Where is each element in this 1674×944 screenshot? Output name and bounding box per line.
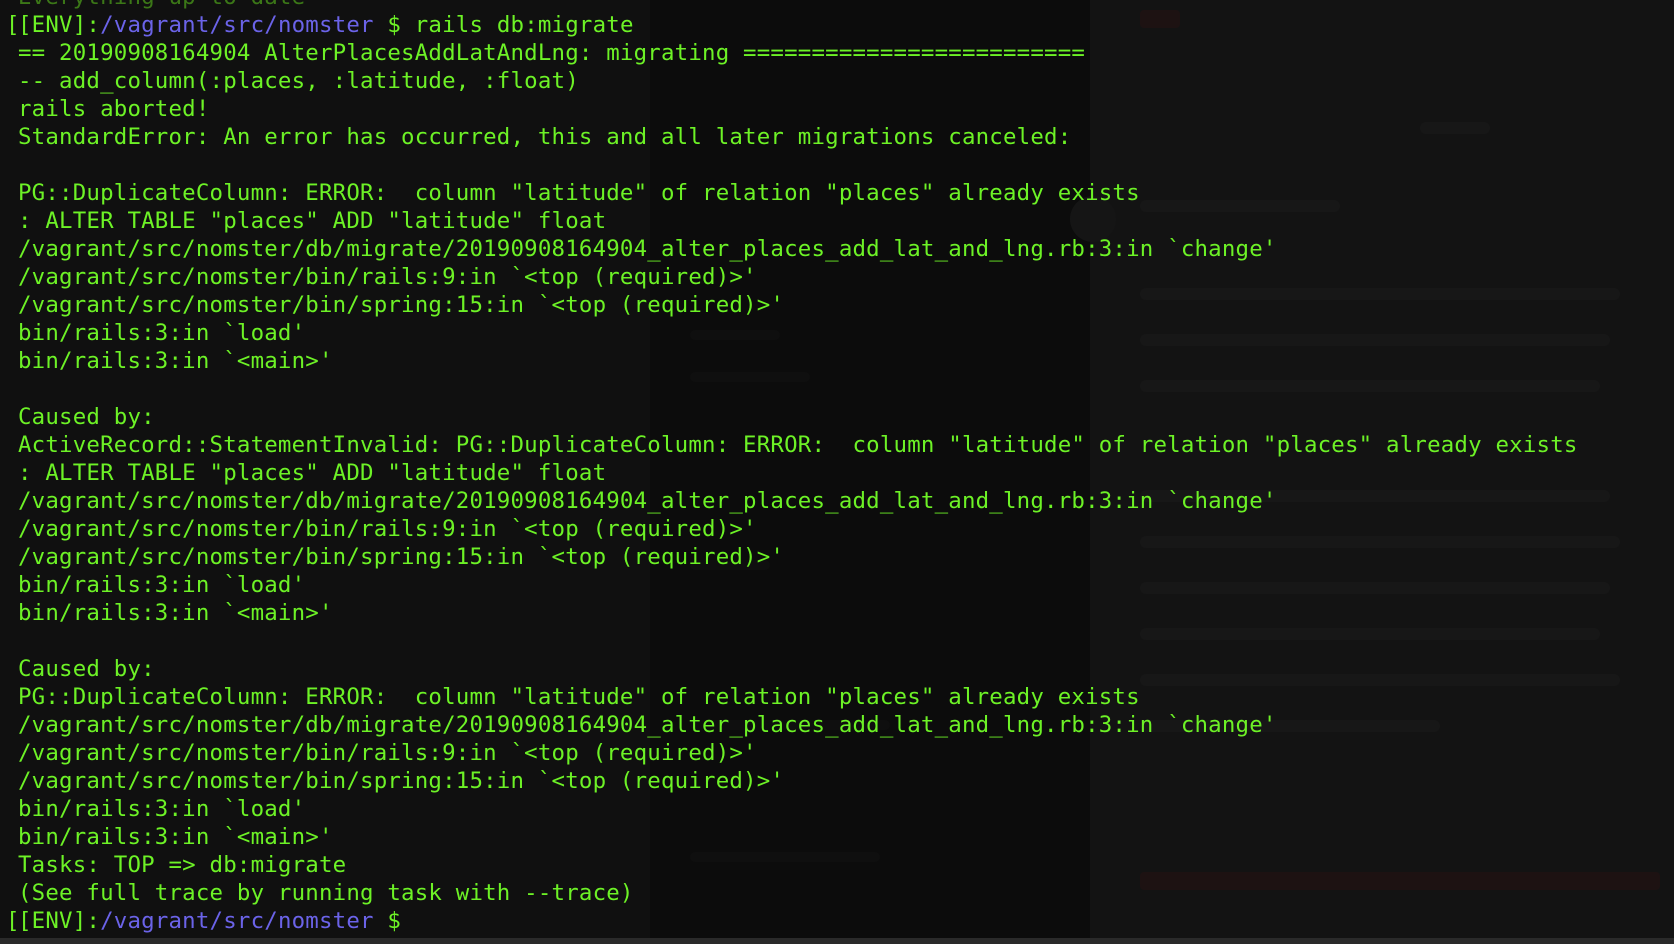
- terminal-line-plain-text: == 20190908164904 AlterPlacesAddLatAndLn…: [18, 40, 1086, 66]
- terminal-line: Caused by:: [18, 403, 1578, 431]
- terminal-line-plain-text: /vagrant/src/nomster/bin/spring:15:in `<…: [18, 292, 785, 318]
- terminal-line-plain-text: rails aborted!: [18, 96, 210, 122]
- terminal-line: /vagrant/src/nomster/db/migrate/20190908…: [18, 711, 1578, 739]
- terminal-line: /vagrant/src/nomster/bin/rails:9:in `<to…: [18, 263, 1578, 291]
- terminal-line: PG::DuplicateColumn: ERROR: column "lati…: [18, 683, 1578, 711]
- terminal-line: == 20190908164904 AlterPlacesAddLatAndLn…: [18, 39, 1578, 67]
- terminal-output[interactable]: Everything up-to-date[ENV]:/vagrant/src/…: [18, 0, 1578, 935]
- terminal-line-plain-text: /vagrant/src/nomster/db/migrate/20190908…: [18, 236, 1277, 262]
- terminal-line-path-text: /vagrant/src/nomster: [100, 908, 374, 934]
- terminal-line: /vagrant/src/nomster/bin/spring:15:in `<…: [18, 543, 1578, 571]
- terminal-line: bin/rails:3:in `load': [18, 319, 1578, 347]
- terminal-line-plain-text: bin/rails:3:in `<main>': [18, 600, 333, 626]
- terminal-line: PG::DuplicateColumn: ERROR: column "lati…: [18, 179, 1578, 207]
- terminal-line: [ENV]:/vagrant/src/nomster $ rails db:mi…: [18, 11, 1578, 39]
- terminal-line-plain-text: : ALTER TABLE "places" ADD "latitude" fl…: [18, 460, 607, 486]
- terminal-line-env-text: [ENV]:: [18, 908, 101, 934]
- terminal-line-plain-text: /vagrant/src/nomster/bin/rails:9:in `<to…: [18, 516, 757, 542]
- terminal-line-faded-text: Everything up-to-date: [18, 0, 305, 10]
- terminal-window[interactable]: [ [ Everything up-to-date[ENV]:/vagrant/…: [0, 0, 1674, 944]
- terminal-line-plain-text: -- add_column(:places, :latitude, :float…: [18, 68, 579, 94]
- terminal-line: /vagrant/src/nomster/db/migrate/20190908…: [18, 235, 1578, 263]
- terminal-line-plain-text: PG::DuplicateColumn: ERROR: column "lati…: [18, 180, 1140, 206]
- terminal-line: ActiveRecord::StatementInvalid: PG::Dupl…: [18, 431, 1578, 459]
- terminal-line-plain-text: : ALTER TABLE "places" ADD "latitude" fl…: [18, 208, 607, 234]
- terminal-line-plain-text: Caused by:: [18, 404, 155, 430]
- window-bottom-edge: [0, 938, 1674, 944]
- terminal-line-plain-text: /vagrant/src/nomster/db/migrate/20190908…: [18, 712, 1277, 738]
- terminal-line-plain-text: ActiveRecord::StatementInvalid: PG::Dupl…: [18, 432, 1578, 458]
- terminal-line: bin/rails:3:in `load': [18, 795, 1578, 823]
- terminal-line-plain-text: /vagrant/src/nomster/bin/spring:15:in `<…: [18, 768, 785, 794]
- terminal-line: bin/rails:3:in `<main>': [18, 599, 1578, 627]
- terminal-line: Tasks: TOP => db:migrate: [18, 851, 1578, 879]
- terminal-line-plain-text: /vagrant/src/nomster/bin/rails:9:in `<to…: [18, 264, 757, 290]
- terminal-line: /vagrant/src/nomster/bin/spring:15:in `<…: [18, 291, 1578, 319]
- terminal-line: [ENV]:/vagrant/src/nomster $: [18, 907, 1578, 935]
- terminal-line-plain-text: /vagrant/src/nomster/bin/rails:9:in `<to…: [18, 740, 757, 766]
- terminal-line-plain-text: bin/rails:3:in `load': [18, 572, 306, 598]
- terminal-line: Everything up-to-date: [18, 0, 1578, 11]
- terminal-line: : ALTER TABLE "places" ADD "latitude" fl…: [18, 207, 1578, 235]
- terminal-line: (See full trace by running task with --t…: [18, 879, 1578, 907]
- terminal-line: bin/rails:3:in `<main>': [18, 823, 1578, 851]
- terminal-line: : ALTER TABLE "places" ADD "latitude" fl…: [18, 459, 1578, 487]
- terminal-line-plain-text: /vagrant/src/nomster/bin/spring:15:in `<…: [18, 544, 785, 570]
- terminal-line-env-text: [ENV]:: [18, 12, 101, 38]
- terminal-line-prompt-text: $: [373, 12, 415, 38]
- terminal-line: /vagrant/src/nomster/bin/rails:9:in `<to…: [18, 515, 1578, 543]
- terminal-line-plain-text: bin/rails:3:in `load': [18, 320, 306, 346]
- terminal-line: /vagrant/src/nomster/db/migrate/20190908…: [18, 487, 1578, 515]
- terminal-line: rails aborted!: [18, 95, 1578, 123]
- terminal-line: Caused by:: [18, 655, 1578, 683]
- terminal-line: bin/rails:3:in `<main>': [18, 347, 1578, 375]
- terminal-line-plain-text: StandardError: An error has occurred, th…: [18, 124, 1072, 150]
- terminal-line: /vagrant/src/nomster/bin/rails:9:in `<to…: [18, 739, 1578, 767]
- terminal-line-cmd-text: rails db:migrate: [414, 12, 634, 38]
- terminal-line: bin/rails:3:in `load': [18, 571, 1578, 599]
- terminal-line-plain-text: bin/rails:3:in `load': [18, 796, 306, 822]
- terminal-line-plain-text: PG::DuplicateColumn: ERROR: column "lati…: [18, 684, 1140, 710]
- terminal-line: -- add_column(:places, :latitude, :float…: [18, 67, 1578, 95]
- terminal-line: /vagrant/src/nomster/bin/spring:15:in `<…: [18, 767, 1578, 795]
- terminal-line-plain-text: /vagrant/src/nomster/db/migrate/20190908…: [18, 488, 1277, 514]
- terminal-line-plain-text: (See full trace by running task with --t…: [18, 880, 634, 906]
- terminal-line-plain-text: bin/rails:3:in `<main>': [18, 824, 333, 850]
- terminal-line: StandardError: An error has occurred, th…: [18, 123, 1578, 151]
- terminal-line-plain-text: bin/rails:3:in `<main>': [18, 348, 333, 374]
- terminal-line-prompt-text: $: [373, 908, 415, 934]
- terminal-line-plain-text: Tasks: TOP => db:migrate: [18, 852, 347, 878]
- terminal-line-path-text: /vagrant/src/nomster: [100, 12, 374, 38]
- desktop: [ [ Everything up-to-date[ENV]:/vagrant/…: [0, 0, 1674, 944]
- terminal-line-plain-text: Caused by:: [18, 656, 155, 682]
